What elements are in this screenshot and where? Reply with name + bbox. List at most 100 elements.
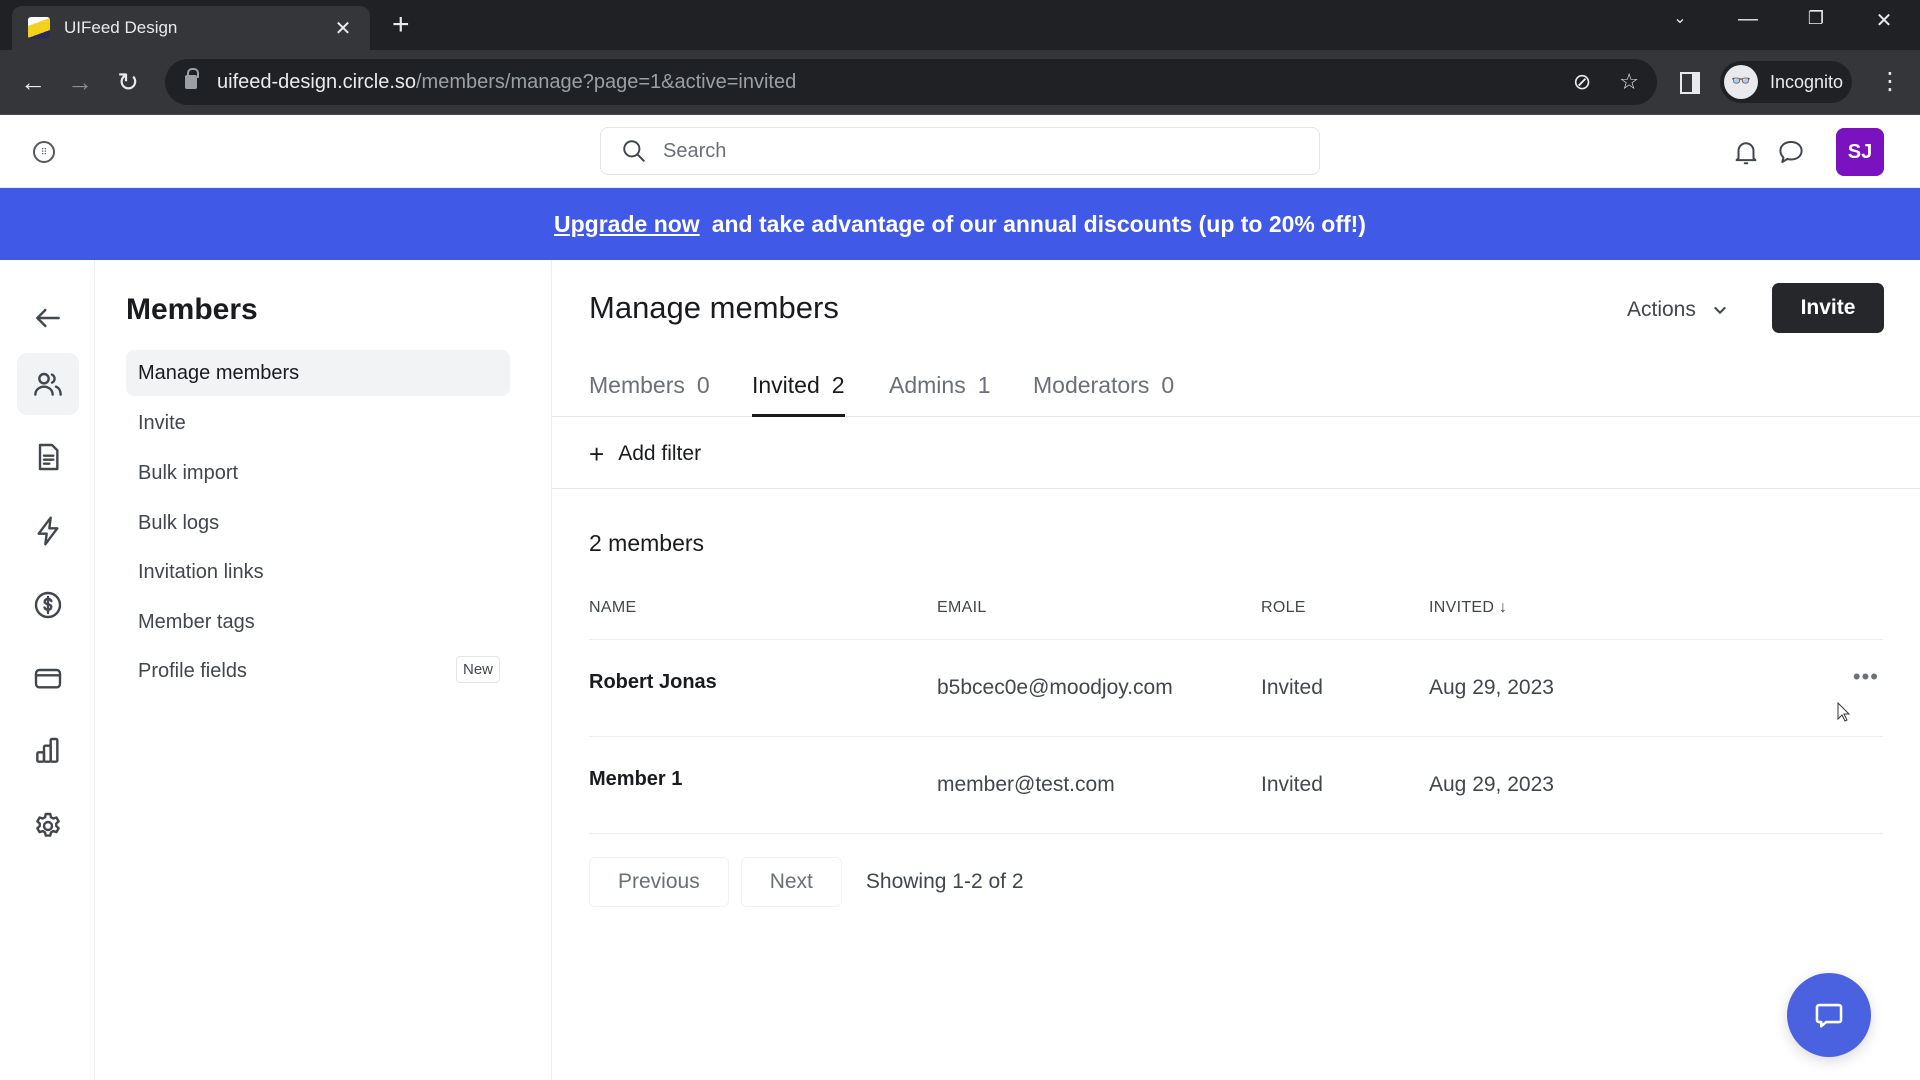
member-invited-date: Aug 29, 2023 [1429, 676, 1554, 699]
rail-paywalls[interactable] [17, 574, 79, 636]
minimize-icon[interactable]: — [1728, 8, 1768, 31]
chat-messages-icon[interactable] [1776, 137, 1806, 167]
member-count: 2 members [589, 530, 705, 556]
members-icon [34, 372, 62, 396]
reload-icon[interactable]: ↻ [110, 64, 146, 100]
submenu-item-label: Bulk import [138, 461, 239, 484]
chevron-down-icon [1714, 307, 1726, 315]
search-icon [623, 140, 645, 162]
column-header-role[interactable]: ROLE [1261, 599, 1306, 617]
more-options-icon[interactable]: ••• [1853, 664, 1879, 690]
column-header-email[interactable]: EMAIL [937, 599, 987, 617]
tab-label: Invited [752, 372, 820, 398]
favicon-icon [28, 17, 50, 39]
submenu-item-label: Invite [138, 411, 186, 434]
next-page-button[interactable]: Next [740, 857, 842, 907]
submenu-item-label: Invitation links [138, 560, 264, 583]
browser-tab[interactable]: UIFeed Design ✕ [12, 6, 370, 50]
member-name[interactable]: Member 1 [589, 768, 682, 791]
dollar-icon [34, 591, 62, 619]
app-header: ⠿ SJ [0, 115, 1920, 188]
invite-button[interactable]: Invite [1772, 283, 1884, 333]
upgrade-banner: Upgrade now and take advantage of our an… [0, 188, 1920, 260]
document-icon [38, 443, 59, 471]
submenu-item-bulk-logs[interactable]: Bulk logs [126, 500, 510, 546]
lock-icon [185, 68, 199, 89]
divider [552, 488, 1920, 489]
submenu-item-manage-members[interactable]: Manage members [126, 350, 510, 396]
submenu-item-member-tags[interactable]: Member tags [126, 599, 510, 645]
column-header-label: INVITED [1429, 599, 1495, 616]
column-header-name[interactable]: NAME [589, 599, 636, 617]
search-input[interactable] [663, 139, 1263, 163]
previous-page-button[interactable]: Previous [589, 857, 729, 907]
member-name[interactable]: Robert Jonas [589, 671, 717, 694]
tab-count: 2 [831, 372, 845, 398]
rail-members[interactable] [17, 353, 79, 415]
eye-off-icon[interactable]: ⊘ [1573, 69, 1591, 95]
url-host: uifeed-design.circle.so [217, 70, 416, 93]
add-filter-button[interactable]: + Add filter [589, 439, 701, 469]
rail-billing[interactable] [17, 647, 79, 709]
tab-members[interactable]: Members 0 [589, 372, 710, 417]
submenu-item-invitation-links[interactable]: Invitation links [126, 549, 510, 595]
tab-search-icon[interactable]: ⌄ [1660, 8, 1700, 28]
rail-posts[interactable] [17, 426, 79, 488]
tab-admins[interactable]: Admins 1 [889, 372, 991, 417]
close-window-icon[interactable]: ✕ [1864, 8, 1904, 33]
plus-icon: + [589, 439, 605, 469]
column-header-invited[interactable]: INVITED ↓ [1429, 599, 1507, 617]
new-badge: New [455, 656, 500, 683]
tab-moderators[interactable]: Moderators 0 [1033, 372, 1174, 417]
member-email: b5bcec0e@moodjoy.com [937, 676, 1173, 699]
lightning-icon [37, 516, 59, 546]
new-tab-icon[interactable]: + [392, 10, 410, 40]
submenu-item-label: Bulk logs [138, 511, 220, 534]
tab-count: 0 [696, 372, 710, 398]
tab-count: 1 [977, 372, 991, 398]
analytics-icon [36, 737, 59, 763]
member-role: Invited [1261, 773, 1323, 796]
actions-label: Actions [1627, 298, 1696, 321]
table-row[interactable]: Member 1 member@test.com Invited Aug 29,… [589, 737, 1883, 834]
tab-label: Moderators [1033, 372, 1150, 398]
back-icon[interactable]: ← [15, 64, 51, 100]
incognito-profile[interactable]: 👓 Incognito [1720, 61, 1852, 103]
settings-icon [36, 812, 60, 837]
pagination: Previous Next Showing 1-2 of 2 [589, 857, 1024, 907]
user-avatar[interactable]: SJ [1836, 128, 1884, 176]
close-tab-icon[interactable]: ✕ [332, 16, 354, 41]
submenu-item-bulk-import[interactable]: Bulk import [126, 450, 510, 496]
tab-invited[interactable]: Invited 2 [752, 372, 845, 417]
banner-message: and take advantage of our annual discoun… [711, 210, 1366, 237]
rail-analytics[interactable] [17, 720, 79, 782]
bookmark-star-icon[interactable]: ☆ [1619, 69, 1639, 95]
address-bar[interactable]: uifeed-design.circle.so /members/manage?… [165, 59, 1657, 105]
back-arrow-icon [36, 308, 60, 328]
side-panel-icon[interactable] [1680, 72, 1700, 94]
incognito-icon: 👓 [1724, 65, 1758, 99]
upgrade-now-link[interactable]: Upgrade now [554, 211, 700, 238]
table-row[interactable]: Robert Jonas b5bcec0e@moodjoy.com Invite… [589, 640, 1883, 737]
submenu-item-profile-fields[interactable]: Profile fields New [126, 648, 510, 694]
chat-bubble-icon [1815, 1003, 1843, 1028]
search-box[interactable] [600, 127, 1320, 175]
submenu-item-invite[interactable]: Invite [126, 400, 510, 446]
notifications-bell-icon[interactable] [1731, 137, 1761, 167]
mouse-cursor-icon [1837, 702, 1851, 722]
forward-icon[interactable]: → [62, 64, 98, 100]
member-tabs: Members 0 Invited 2 Admins 1 Moderators 0 [552, 360, 1920, 417]
rail-workflows[interactable] [17, 500, 79, 562]
restore-icon[interactable]: ❐ [1796, 8, 1836, 29]
tab-label: Members [589, 372, 685, 398]
rail-back-button[interactable] [17, 287, 79, 349]
credit-card-icon [34, 668, 62, 689]
submenu-item-label: Manage members [138, 361, 300, 384]
member-invited-date: Aug 29, 2023 [1429, 773, 1554, 796]
browser-menu-icon[interactable]: ⋮ [1878, 68, 1902, 96]
chat-support-button[interactable] [1787, 973, 1871, 1057]
actions-dropdown[interactable]: Actions [1627, 290, 1728, 330]
table-header: NAME EMAIL ROLE INVITED ↓ [589, 585, 1883, 640]
rail-settings[interactable] [17, 795, 79, 857]
community-switcher-icon[interactable]: ⠿ [33, 141, 55, 163]
